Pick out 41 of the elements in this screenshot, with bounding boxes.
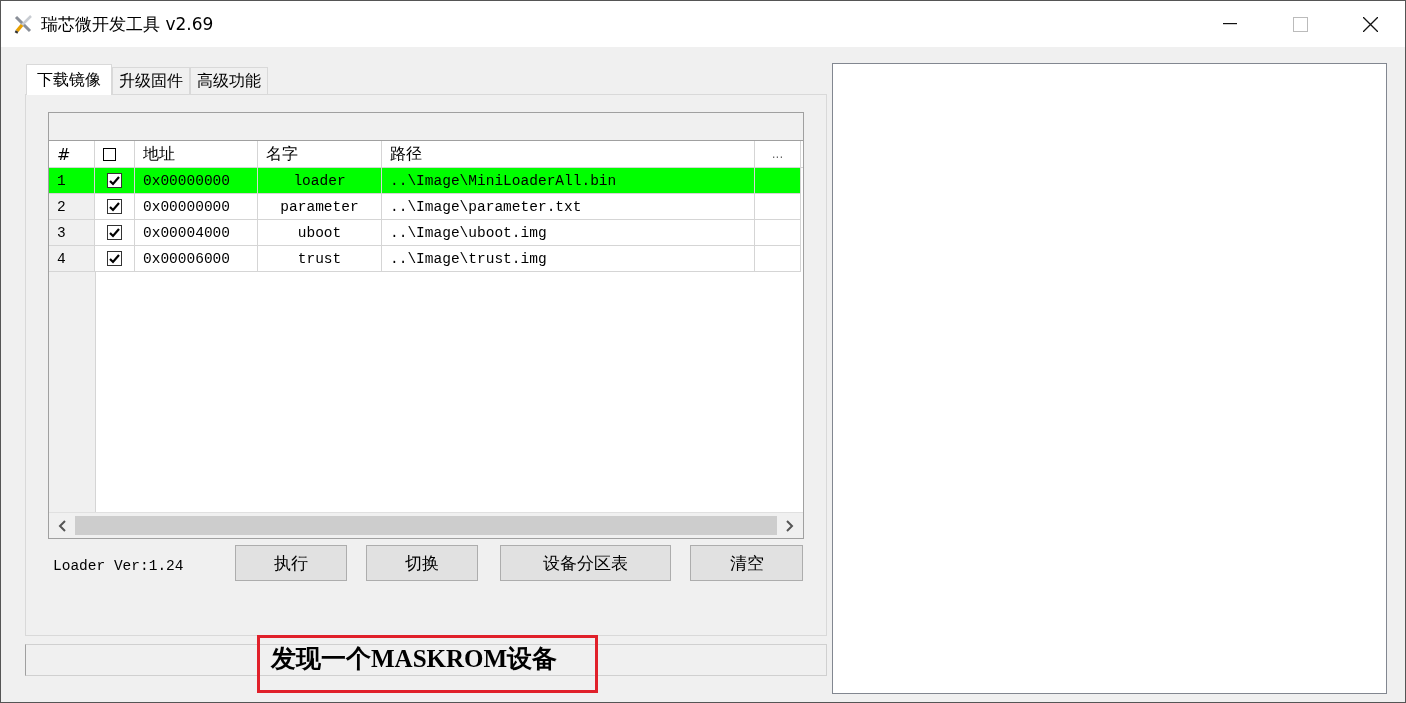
minimize-icon[interactable] (1223, 23, 1237, 25)
tab[interactable]: 下载镜像 (26, 64, 112, 95)
row-number: 2 (49, 194, 95, 220)
table-cell: parameter (258, 194, 382, 220)
table-cell: 0x00000000 (135, 194, 258, 220)
row-number: 3 (49, 220, 95, 246)
row-number: 4 (49, 246, 95, 272)
row-checkbox[interactable] (107, 173, 122, 188)
action-button[interactable]: 执行 (235, 545, 347, 581)
table-cell (755, 220, 801, 246)
table-cell: trust (258, 246, 382, 272)
table-cell: loader (258, 168, 382, 194)
close-icon[interactable] (1362, 16, 1378, 32)
row-checkbox[interactable] (107, 199, 122, 214)
loader-version: Loader Ver:1.24 (52, 558, 185, 574)
column-header[interactable]: # (49, 141, 95, 167)
tab[interactable]: 高级功能 (190, 67, 268, 94)
tools-icon (13, 13, 35, 35)
action-button[interactable]: 切换 (366, 545, 478, 581)
status-message: 发现一个MASKROM设备 (271, 644, 558, 674)
table-cell (755, 194, 801, 220)
scroll-right-icon[interactable] (785, 519, 794, 532)
header-checkbox[interactable] (103, 147, 116, 161)
table-cell (755, 246, 801, 272)
action-button[interactable]: 设备分区表 (500, 545, 671, 581)
scrollbar-thumb[interactable] (75, 516, 777, 535)
tab[interactable]: 升级固件 (112, 67, 190, 94)
action-button[interactable]: 清空 (690, 545, 803, 581)
table-cell: ..\Image\MiniLoaderAll.bin (382, 168, 755, 194)
table-cell: uboot (258, 220, 382, 246)
table-cell: 0x00004000 (135, 220, 258, 246)
table-cell: 0x00006000 (135, 246, 258, 272)
row-checkbox[interactable] (107, 225, 122, 240)
table-cell: 0x00000000 (135, 168, 258, 194)
row-checkbox[interactable] (107, 251, 122, 266)
table-cell: ..\Image\parameter.txt (382, 194, 755, 220)
table-cell: ..\Image\trust.img (382, 246, 755, 272)
window-title: 瑞芯微开发工具 v2.69 (41, 12, 215, 36)
row-number: 1 (49, 168, 95, 194)
scroll-left-icon[interactable] (58, 519, 66, 532)
table-cell: ..\Image\uboot.img (382, 220, 755, 246)
